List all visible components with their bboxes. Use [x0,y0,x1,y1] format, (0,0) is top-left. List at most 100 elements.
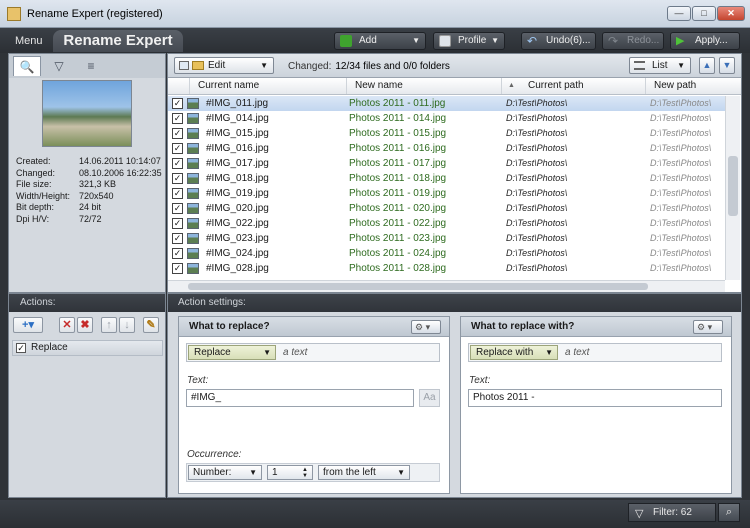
table-row[interactable]: ✓ #IMG_022.jpg Photos 2011 - 022.jpg D:\Tes… [168,216,725,231]
maximize-button[interactable]: □ [692,6,716,21]
action-item-replace[interactable]: ✓ Replace [12,340,163,356]
checkbox-icon[interactable]: ✓ [172,173,183,184]
app-icon [7,7,21,21]
new-path-cell: D:\Test\Photos\ [650,233,712,243]
checkbox-icon[interactable]: ✓ [172,113,183,124]
image-file-icon [187,113,199,124]
table-row[interactable]: ✓ #IMG_024.jpg Photos 2011 - 024.jpg D:\Tes… [168,246,725,261]
filter-button[interactable]: ▽ Filter: 62 [628,503,716,522]
image-file-icon [187,143,199,154]
undo-button[interactable]: ↶ Undo(6)... [521,32,596,50]
current-name-cell: #IMG_020.jpg [206,203,269,214]
actions-toolbar: +▾ ✕ ✖ ↑ ↓ ✎ [13,317,163,335]
checkbox-icon[interactable]: ✓ [172,248,183,259]
checkbox-icon[interactable]: ✓ [172,218,183,229]
minimize-button[interactable]: — [667,6,691,21]
checkbox-icon[interactable]: ✓ [172,203,183,214]
table-row[interactable]: ✓ #IMG_019.jpg Photos 2011 - 019.jpg D:\Tes… [168,186,725,201]
view-dropdown[interactable]: List ▼ [629,57,691,74]
column-current-path-label: Current path [528,80,584,91]
search-icon[interactable]: 🔍 [13,56,41,76]
gear-icon[interactable]: ⚙ ▾ [411,320,441,334]
close-button[interactable]: ✕ [717,6,745,21]
checkbox-icon[interactable]: ✓ [172,158,183,169]
checkbox-icon[interactable]: ✓ [172,188,183,199]
table-row[interactable]: ✓ #IMG_014.jpg Photos 2011 - 014.jpg D:\Tes… [168,111,725,126]
new-name-cell: Photos 2011 - 018.jpg [349,173,447,184]
edit-icon[interactable]: ✎ [143,317,159,333]
new-path-cell: D:\Test\Photos\ [650,113,712,123]
new-path-cell: D:\Test\Photos\ [650,248,712,258]
chevron-down-icon: ▼ [545,348,553,357]
column-current-path[interactable]: ▲ Current path [502,78,646,94]
occurrence-direction-value: from the left [323,467,376,478]
arrow-down-icon[interactable]: ▼ [719,57,735,74]
chevron-down-icon: ▼ [263,348,271,357]
apply-label: Apply... [695,35,728,46]
gear-icon[interactable]: ⚙ ▾ [693,320,723,334]
table-row[interactable]: ✓ #IMG_018.jpg Photos 2011 - 018.jpg D:\Tes… [168,171,725,186]
arrow-up-icon[interactable]: ▲ [699,57,715,74]
current-name-cell: #IMG_023.jpg [206,233,269,244]
delete-all-icon[interactable]: ✖ [77,317,93,333]
checkbox-icon[interactable]: ✓ [172,128,183,139]
occurrence-number-value: 1 [272,467,278,478]
table-row[interactable]: ✓ #IMG_020.jpg Photos 2011 - 020.jpg D:\Tes… [168,201,725,216]
new-name-cell: Photos 2011 - 024.jpg [349,248,447,259]
replace-with-mode-select[interactable]: Replace with ▼ [470,345,558,360]
occurrence-direction-select[interactable]: from the left ▼ [318,465,410,480]
table-row[interactable]: ✓ #IMG_016.jpg Photos 2011 - 016.jpg D:\Tes… [168,141,725,156]
occurrence-number-stepper[interactable]: 1 ▲ ▼ [267,465,313,480]
occurrence-type-select[interactable]: Number: ▼ [188,465,262,480]
table-row[interactable]: ✓ #IMG_017.jpg Photos 2011 - 017.jpg D:\Tes… [168,156,725,171]
checkbox-icon[interactable]: ✓ [16,343,26,353]
column-new-name[interactable]: New name [347,78,502,94]
vertical-scrollbar[interactable] [725,96,740,280]
edit-label: Edit [208,60,226,71]
table-row[interactable]: ✓ #IMG_023.jpg Photos 2011 - 023.jpg D:\Tes… [168,231,725,246]
case-sensitive-button[interactable]: Aa [419,389,440,407]
menu-button[interactable]: Menu [15,35,43,47]
checkbox-icon[interactable]: ✓ [172,98,183,109]
image-file-icon [187,173,199,184]
stepper-arrows-icon[interactable]: ▲ ▼ [302,467,308,479]
move-up-icon[interactable]: ↑ [101,317,117,333]
occurrence-row: Number: ▼ 1 ▲ ▼ from the left ▼ [186,463,440,482]
list-icon[interactable]: ≡ [77,56,105,76]
filter-icon[interactable]: ▽ [45,56,73,76]
search-text-field[interactable]: #IMG_ [186,389,414,407]
current-path-cell: D:\Test\Photos\ [506,143,568,153]
table-row[interactable]: ✓ #IMG_011.jpg Photos 2011 - 011.jpg D:\Tes… [168,96,725,111]
action-settings-panel: Action settings: What to replace? ⚙ ▾ Re… [167,293,742,498]
checkbox-icon[interactable]: ✓ [172,263,183,274]
new-path-cell: D:\Test\Photos\ [650,158,712,168]
delete-icon[interactable]: ✕ [59,317,75,333]
scrollbar-thumb[interactable] [188,283,648,290]
scrollbar-thumb[interactable] [728,156,738,216]
new-path-cell: D:\Test\Photos\ [650,128,712,138]
checkbox-icon[interactable]: ✓ [172,233,183,244]
table-row[interactable]: ✓ #IMG_028.jpg Photos 2011 - 028.jpg D:\Tes… [168,261,725,276]
add-button[interactable]: Add ▼ [334,32,426,50]
add-label: Add [359,35,377,46]
table-row[interactable]: ✓ #IMG_015.jpg Photos 2011 - 015.jpg D:\Tes… [168,126,725,141]
apply-button[interactable]: ▶ Apply... [670,32,740,50]
add-action-button[interactable]: +▾ [13,317,43,333]
chevron-down-icon: ▼ [412,36,420,45]
current-name-cell: #IMG_022.jpg [206,218,269,229]
replace-text-field[interactable]: Photos 2011 - [468,389,722,407]
column-new-path[interactable]: New path [646,78,741,94]
edit-dropdown[interactable]: Edit ▼ [174,57,274,74]
column-current-name[interactable]: Current name [190,78,347,94]
changed-label: Changed: [288,61,332,72]
list-view-icon [634,61,645,70]
search-icon[interactable]: ⌕ [718,503,740,522]
horizontal-scrollbar[interactable] [168,280,725,292]
profile-button[interactable]: Profile ▼ [433,32,505,50]
replace-mode-value: Replace [194,347,231,358]
current-path-cell: D:\Test\Photos\ [506,128,568,138]
redo-button[interactable]: ↷ Redo... [602,32,664,50]
checkbox-icon[interactable]: ✓ [172,143,183,154]
replace-mode-select[interactable]: Replace ▼ [188,345,276,360]
move-down-icon[interactable]: ↓ [119,317,135,333]
